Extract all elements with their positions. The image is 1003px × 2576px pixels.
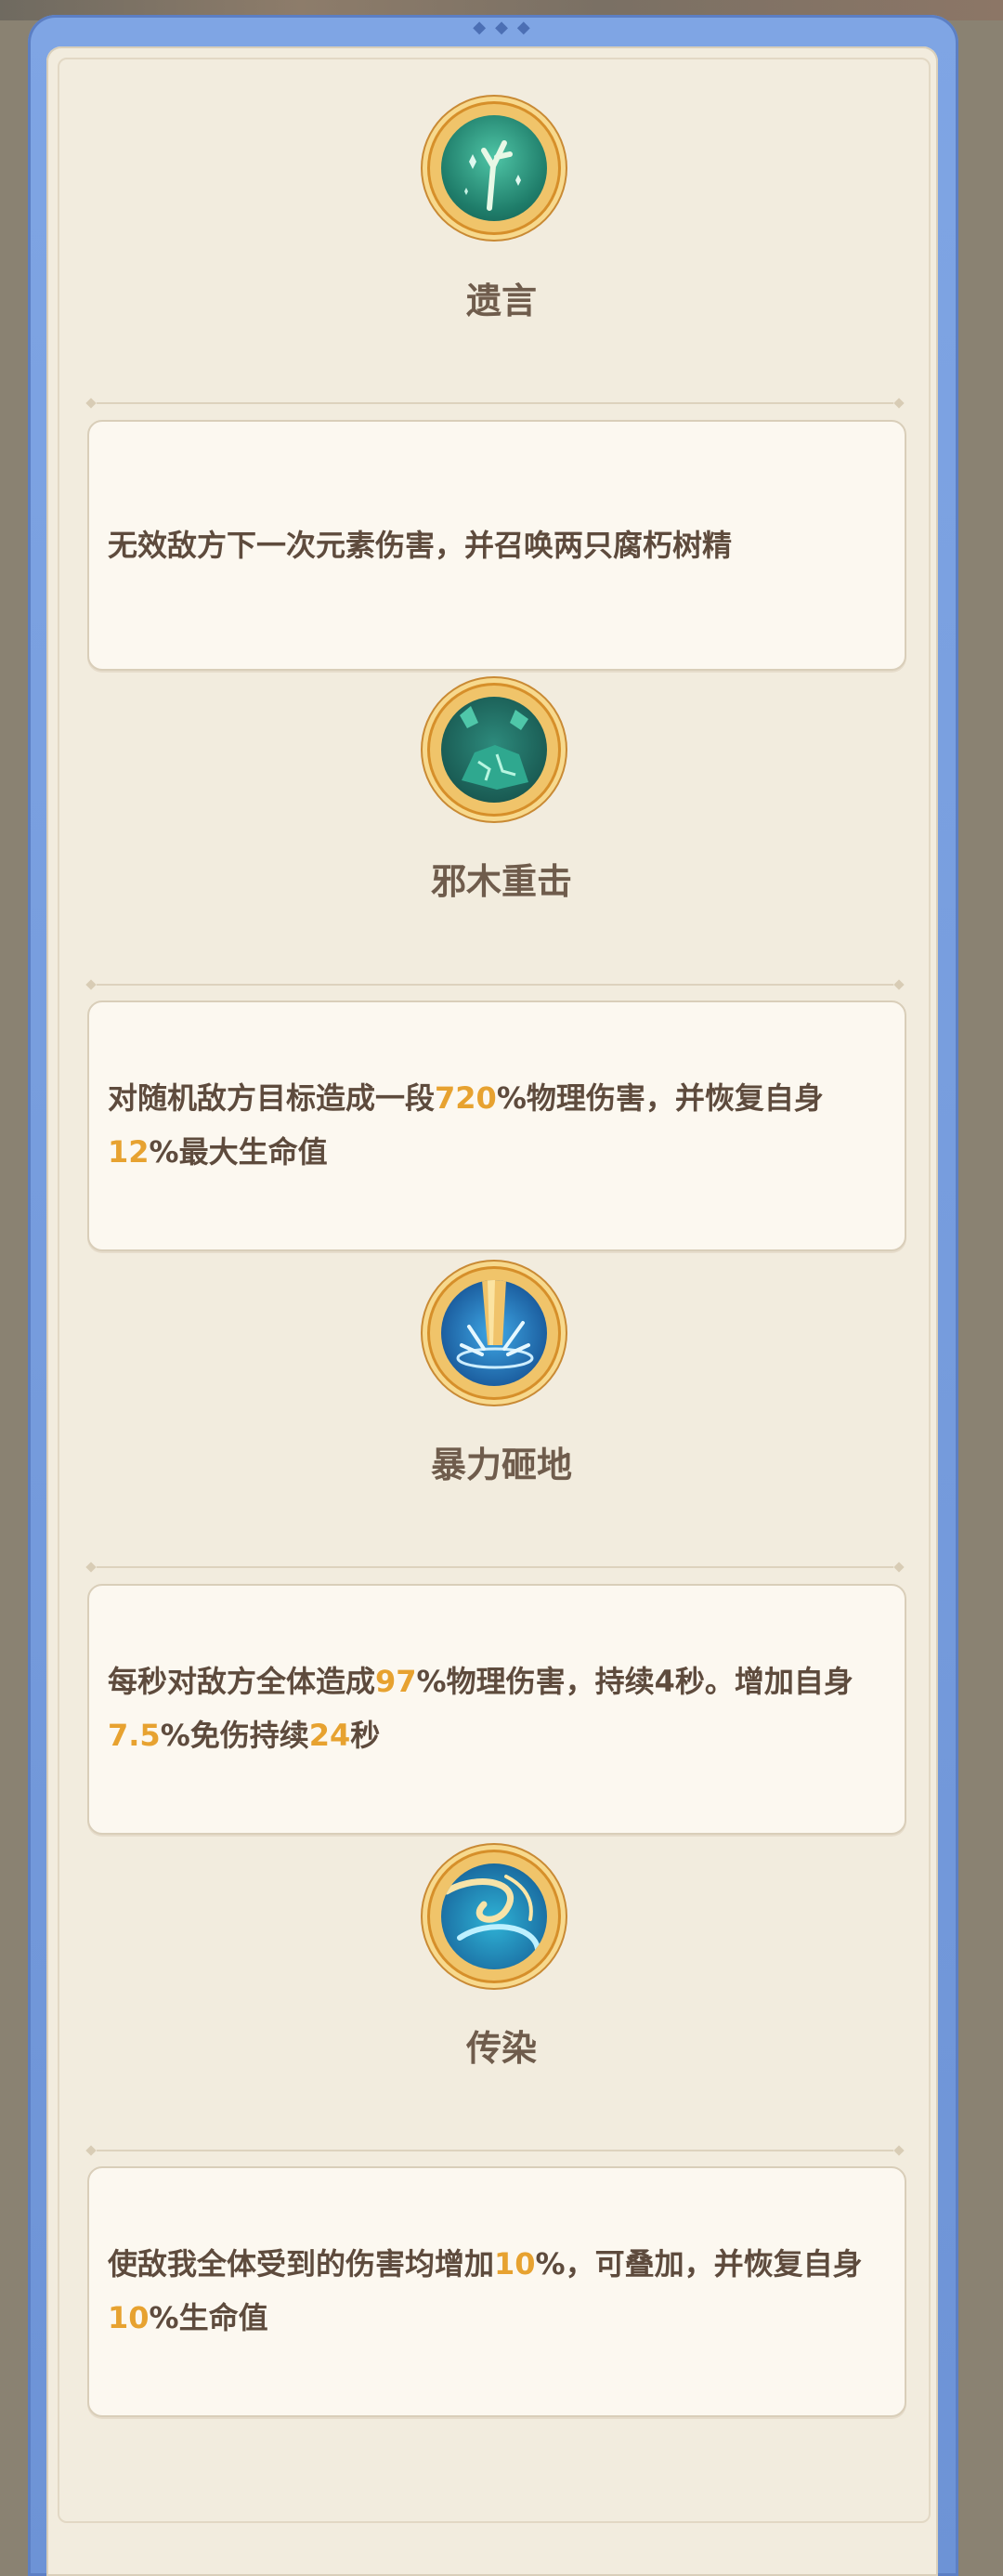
- description-text: %免伤持续: [160, 1718, 309, 1753]
- description-text: %生命值: [149, 2300, 268, 2335]
- description-text: %物理伤害，并恢复自身: [496, 1080, 824, 1116]
- diamond-ornament-icon: ◆: [516, 17, 530, 37]
- skill-name: 遗言: [465, 281, 537, 321]
- divider: [85, 1562, 905, 1573]
- skill-description-box: 无效敌方下一次元素伤害，并召唤两只腐朽树精: [87, 420, 906, 671]
- highlight-value: 720: [435, 1080, 497, 1116]
- skill-description-box: 每秒对敌方全体造成97%物理伤害，持续4秒。增加自身 7.5%免伤持续24秒: [87, 1584, 906, 1835]
- description-text: 秒: [350, 1718, 381, 1753]
- frame-ornament: ◆ ◆ ◆: [436, 15, 567, 39]
- divider: [85, 979, 905, 990]
- highlight-value: 24: [308, 1718, 351, 1753]
- diamond-ornament-icon: ◆: [473, 17, 487, 37]
- skill-description: 每秒对敌方全体造成97%物理伤害，持续4秒。增加自身 7.5%免伤持续24秒: [108, 1654, 886, 1762]
- highlight-value: 12: [108, 1134, 150, 1170]
- highlight-value: 97: [375, 1664, 417, 1699]
- description-text: 对随机敌方目标造成一段: [108, 1080, 436, 1116]
- swirl-wave-icon[interactable]: [430, 1852, 558, 1981]
- cracked-rock-icon[interactable]: [430, 686, 558, 814]
- skill-description: 无效敌方下一次元素伤害，并召唤两只腐朽树精: [108, 518, 886, 572]
- skill-name: 邪木重击: [430, 861, 572, 902]
- divider: [85, 2145, 905, 2156]
- highlight-value: 10: [108, 2300, 150, 2335]
- withered-tree-icon[interactable]: [430, 104, 558, 232]
- highlight-value: 10: [494, 2246, 536, 2282]
- description-text: %，可叠加，并恢复自身: [535, 2246, 863, 2282]
- description-text: %物理伤害，持续4秒。增加自身: [416, 1664, 853, 1699]
- skill-name: 暴力砸地: [430, 1445, 572, 1485]
- description-text: %最大生命值: [149, 1134, 328, 1170]
- skill-description-box: 对随机敌方目标造成一段720%物理伤害，并恢复自身 12%最大生命值: [87, 1000, 906, 1251]
- skill-description: 使敌我全体受到的伤害均增加10%，可叠加，并恢复自身10%生命值: [108, 2237, 886, 2345]
- skill-name: 传染: [465, 2028, 537, 2069]
- divider: [85, 398, 905, 409]
- description-text: 无效敌方下一次元素伤害，并召唤两只腐朽树精: [108, 528, 733, 563]
- description-text: 使敌我全体受到的伤害均增加: [108, 2246, 495, 2282]
- skill-description-box: 使敌我全体受到的伤害均增加10%，可叠加，并恢复自身10%生命值: [87, 2166, 906, 2417]
- skill-description: 对随机敌方目标造成一段720%物理伤害，并恢复自身 12%最大生命值: [108, 1071, 886, 1179]
- ground-smash-icon[interactable]: [430, 1269, 558, 1397]
- description-text: 每秒对敌方全体造成: [108, 1664, 376, 1699]
- highlight-value: 7.5: [108, 1718, 161, 1753]
- diamond-ornament-icon: ◆: [495, 17, 508, 37]
